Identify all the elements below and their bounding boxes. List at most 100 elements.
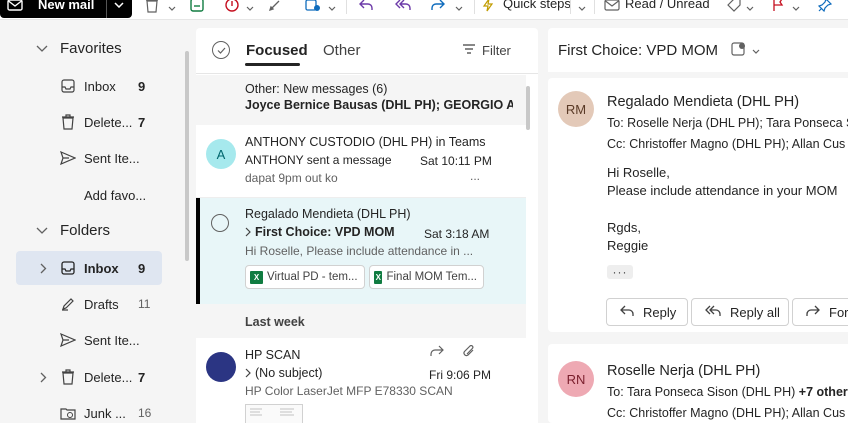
tab-other[interactable]: Other [323, 42, 361, 59]
message-subject: First Choice: VPD MOM [255, 225, 395, 239]
quick-steps-button[interactable]: Quick steps [503, 0, 571, 13]
new-mail-dropdown-chevron-icon[interactable] [106, 0, 132, 18]
favorite-item-inbox[interactable]: Inbox 9 [0, 69, 170, 103]
reply-all-icon [704, 305, 722, 320]
folder-item-sent[interactable]: Sent Ite... [0, 323, 170, 357]
forward-toolbar-icon[interactable] [430, 0, 446, 14]
folders-label: Folders [60, 221, 111, 239]
read-unread-envelope-icon[interactable] [604, 0, 620, 14]
read-unread-button[interactable]: Read / Unread [625, 0, 710, 13]
excel-file-icon: X [250, 270, 263, 284]
message-card: RN Roselle Nerja (DHL PH) To: Tara Ponse… [548, 344, 848, 423]
forward-dropdown-chevron-icon[interactable] [455, 0, 463, 15]
avatar: A [206, 139, 236, 169]
reading-pane: First Choice: VPD MOM RM Regalado Mendie… [548, 28, 848, 423]
folder-item-drafts[interactable]: Drafts 11 [0, 287, 170, 321]
move-dropdown-chevron-icon[interactable] [328, 0, 336, 15]
add-favorite-item[interactable]: Add favo... [0, 178, 170, 212]
other-inbox-summary[interactable]: Other: New messages (6) Joyce Bernice Ba… [196, 75, 526, 125]
new-mail-label: New mail [38, 0, 95, 12]
chevron-down-icon [36, 223, 48, 238]
excel-file-icon: X [374, 270, 383, 284]
trash-icon [60, 369, 76, 385]
attachment-chip[interactable]: X Virtual PD - tem... [245, 265, 365, 289]
sender-name[interactable]: Roselle Nerja (DHL PH) [607, 363, 760, 379]
favorites-label: Favorites [60, 39, 122, 57]
recipient-list[interactable]: Roselle Nerja (DHL PH); Tara Ponseca S [627, 116, 848, 130]
message-card: RM Regalado Mendieta (DHL PH) To: Rosell… [548, 78, 848, 332]
folder-pane-scrollbar[interactable] [185, 51, 189, 261]
message-list-scrollbar[interactable] [526, 86, 530, 130]
filter-icon [462, 43, 476, 58]
report-icon[interactable] [225, 0, 239, 14]
pencil-icon [60, 296, 76, 312]
quick-steps-dropdown-chevron-icon[interactable] [578, 0, 586, 15]
attachment-chip[interactable]: X Final MOM Tem... [369, 265, 484, 289]
reply-all-button[interactable]: Reply all [691, 298, 789, 326]
chevron-down-icon [36, 41, 48, 56]
tag-icon[interactable] [726, 0, 742, 14]
avatar [206, 352, 236, 382]
quick-steps-lightning-icon[interactable] [482, 0, 494, 14]
more-recipients-button[interactable]: +7 others [799, 385, 848, 399]
mail-icon [0, 0, 30, 18]
tab-focused[interactable]: Focused [246, 42, 308, 59]
reply-all-toolbar-icon[interactable] [394, 0, 412, 14]
cc-list[interactable]: Christoffer Magno (DHL PH); Allan Cus [629, 406, 845, 420]
folder-item-deleted[interactable]: Delete... 7 [0, 360, 170, 394]
new-mail-button[interactable]: New mail [0, 0, 132, 18]
sender-name[interactable]: Regalado Mendieta (DHL PH) [607, 94, 799, 110]
avatar: RN [558, 361, 594, 397]
avatar: RM [558, 91, 594, 127]
sweep-icon[interactable] [268, 0, 282, 14]
conversation-subject: First Choice: VPD MOM [558, 42, 719, 59]
flag-icon[interactable] [772, 0, 784, 14]
junk-folder-icon [60, 405, 76, 421]
scan-thumbnail[interactable] [245, 404, 303, 423]
move-to-icon[interactable] [305, 0, 321, 14]
flag-dropdown-chevron-icon[interactable] [792, 0, 800, 15]
pin-icon[interactable] [818, 0, 832, 14]
filter-button[interactable]: Filter [462, 43, 511, 58]
sensitivity-icon[interactable] [731, 41, 747, 60]
chevron-down-icon[interactable] [752, 43, 760, 58]
inbox-icon [60, 260, 76, 276]
group-header-last-week: Last week [196, 304, 526, 338]
list-item[interactable]: A ANTHONY CUSTODIO (DHL PH) in Teams ANT… [196, 125, 526, 198]
delete-dropdown-chevron-icon[interactable] [168, 0, 176, 15]
forwarded-icon [429, 345, 445, 360]
chevron-right-icon [245, 227, 251, 237]
favorite-item-deleted[interactable]: Delete... 7 [0, 105, 170, 139]
chevron-right-icon[interactable] [36, 372, 50, 383]
reply-button[interactable]: Reply [606, 298, 688, 326]
tab-focused-indicator [245, 63, 300, 66]
report-dropdown-chevron-icon[interactable] [246, 0, 254, 15]
forward-button[interactable]: For [792, 298, 848, 326]
tag-dropdown-chevron-icon[interactable] [746, 0, 754, 15]
ribbon-toolbar: New mail Quick steps Read / Unread [0, 0, 848, 20]
recipient-list[interactable]: Tara Ponseca Sison (DHL PH) [627, 385, 795, 399]
select-all-checkbox[interactable] [212, 41, 230, 59]
list-item-selected[interactable]: Regalado Mendieta (DHL PH) First Choice:… [196, 198, 526, 304]
cc-list[interactable]: Christoffer Magno (DHL PH); Allan Cus [629, 137, 845, 151]
select-message-checkbox[interactable] [211, 214, 229, 232]
folder-item-junk[interactable]: Junk ... 16 [0, 396, 170, 423]
show-more-button[interactable]: ··· [607, 265, 633, 279]
paperclip-icon [463, 344, 475, 361]
forward-icon [805, 305, 821, 320]
archive-icon[interactable] [190, 0, 204, 14]
delete-icon[interactable] [145, 0, 159, 14]
trash-icon [60, 114, 76, 130]
favorites-header[interactable]: Favorites [0, 31, 170, 65]
chevron-right-icon[interactable] [36, 263, 50, 274]
reply-toolbar-icon[interactable] [358, 0, 374, 14]
send-icon [60, 332, 76, 348]
send-icon [60, 150, 76, 166]
reply-icon [619, 305, 635, 320]
list-item[interactable]: HP SCAN (No subject) Fri 9:06 PM HP Colo… [196, 338, 526, 423]
folder-item-inbox[interactable]: Inbox 9 [16, 251, 162, 285]
inbox-icon [60, 78, 76, 94]
folders-header[interactable]: Folders [0, 213, 170, 247]
chevron-right-icon [245, 368, 251, 378]
favorite-item-sent[interactable]: Sent Ite... [0, 141, 170, 175]
